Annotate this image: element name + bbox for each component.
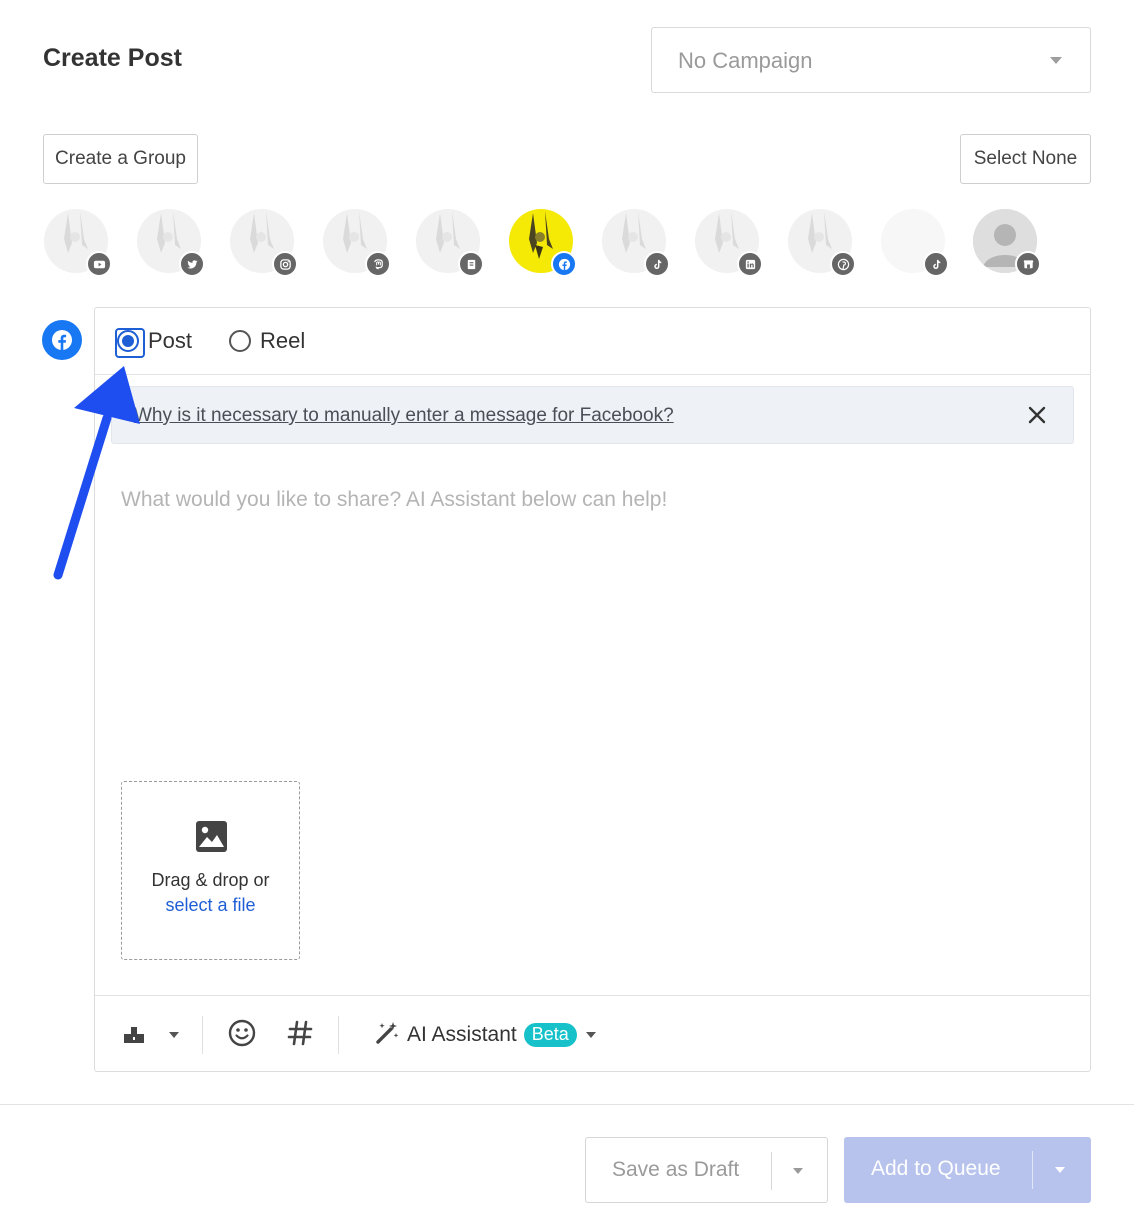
facebook-icon [551, 251, 577, 277]
add-to-queue-button[interactable]: Add to Queue [844, 1137, 1091, 1203]
pinterest-icon [830, 251, 856, 277]
post-type-reel-label: Reel [260, 328, 306, 353]
account-avatar-google-business[interactable] [416, 209, 484, 277]
account-avatar-pinterest[interactable] [788, 209, 856, 277]
campaign-select-value: No Campaign [678, 48, 813, 73]
account-avatar-linkedin[interactable] [695, 209, 763, 277]
ai-assistant-label: AI Assistant [407, 1023, 517, 1046]
hashtag-icon [286, 1019, 314, 1052]
post-type-post-radio[interactable]: Post [115, 328, 193, 358]
linkedin-icon [737, 251, 763, 277]
dropzone-instruction: Drag & drop or [151, 870, 270, 890]
post-type-selector: Post Reel [95, 308, 1090, 375]
radio-button[interactable] [115, 328, 145, 358]
facebook-message-help-link[interactable]: Why is it necessary to manually enter a … [134, 405, 674, 427]
account-avatar-facebook[interactable] [509, 209, 577, 277]
post-editor: Post Reel Why is it necessary to manuall… [94, 307, 1091, 1072]
caret-down-icon [585, 1032, 596, 1038]
post-message-input[interactable] [121, 488, 1061, 748]
emoji-button[interactable] [228, 1019, 256, 1052]
create-group-button[interactable]: Create a Group [43, 134, 198, 184]
close-icon[interactable] [1025, 403, 1049, 427]
select-file-link[interactable]: select a file [122, 893, 299, 918]
google-business-icon [1015, 251, 1041, 277]
account-avatar-instagram[interactable] [230, 209, 298, 277]
emoji-icon [228, 1019, 256, 1052]
save-as-draft-label: Save as Draft [612, 1158, 740, 1181]
account-avatar-youtube[interactable] [44, 209, 112, 277]
facebook-icon [42, 320, 82, 360]
editor-toolbar: AI Assistant Beta [95, 995, 1090, 1072]
save-as-draft-button[interactable]: Save as Draft [585, 1137, 828, 1203]
beta-badge: Beta [523, 1023, 577, 1047]
account-avatar-tiktok-2[interactable] [881, 209, 949, 277]
account-avatars [44, 209, 1044, 277]
google-business-icon [458, 251, 484, 277]
caret-down-icon[interactable] [1055, 1167, 1065, 1173]
select-none-button[interactable]: Select None [960, 134, 1091, 184]
account-avatar-google-business-2[interactable] [973, 209, 1041, 277]
magic-wand-icon [375, 1020, 401, 1051]
account-avatar-mastodon[interactable] [323, 209, 391, 277]
page-title: Create Post [43, 44, 182, 72]
post-type-reel-radio[interactable]: Reel [229, 328, 305, 354]
image-icon [195, 820, 228, 853]
account-avatar-twitter[interactable] [137, 209, 205, 277]
divider [202, 1016, 203, 1054]
instagram-icon [272, 251, 298, 277]
campaign-select[interactable]: No Campaign [651, 27, 1091, 93]
footer-divider [0, 1104, 1134, 1105]
media-dropzone[interactable]: Drag & drop or select a file [121, 781, 300, 960]
caret-down-icon [169, 1032, 179, 1038]
ai-assistant-button[interactable]: AI Assistant Beta [375, 1020, 596, 1050]
focus-ring [115, 328, 145, 358]
info-banner: Why is it necessary to manually enter a … [111, 386, 1074, 444]
hashtag-button[interactable] [286, 1020, 314, 1050]
divider [338, 1016, 339, 1054]
twitter-icon [179, 251, 205, 277]
mastodon-icon [365, 251, 391, 277]
tiktok-icon [644, 251, 670, 277]
add-to-queue-label: Add to Queue [871, 1157, 1001, 1180]
tiktok-icon [923, 251, 949, 277]
account-avatar-tiktok[interactable] [602, 209, 670, 277]
caret-down-icon[interactable] [793, 1168, 803, 1174]
youtube-icon [86, 251, 112, 277]
divider [1032, 1151, 1033, 1189]
post-type-post-label: Post [148, 328, 193, 353]
content-library-dropdown[interactable] [169, 1020, 179, 1050]
radio-button[interactable] [229, 330, 251, 352]
chevron-down-icon [1050, 57, 1062, 64]
dropzone-text: Drag & drop or select a file [122, 868, 299, 918]
stack-icon [122, 1021, 146, 1050]
content-library-button[interactable] [122, 1020, 146, 1050]
divider [771, 1152, 772, 1190]
